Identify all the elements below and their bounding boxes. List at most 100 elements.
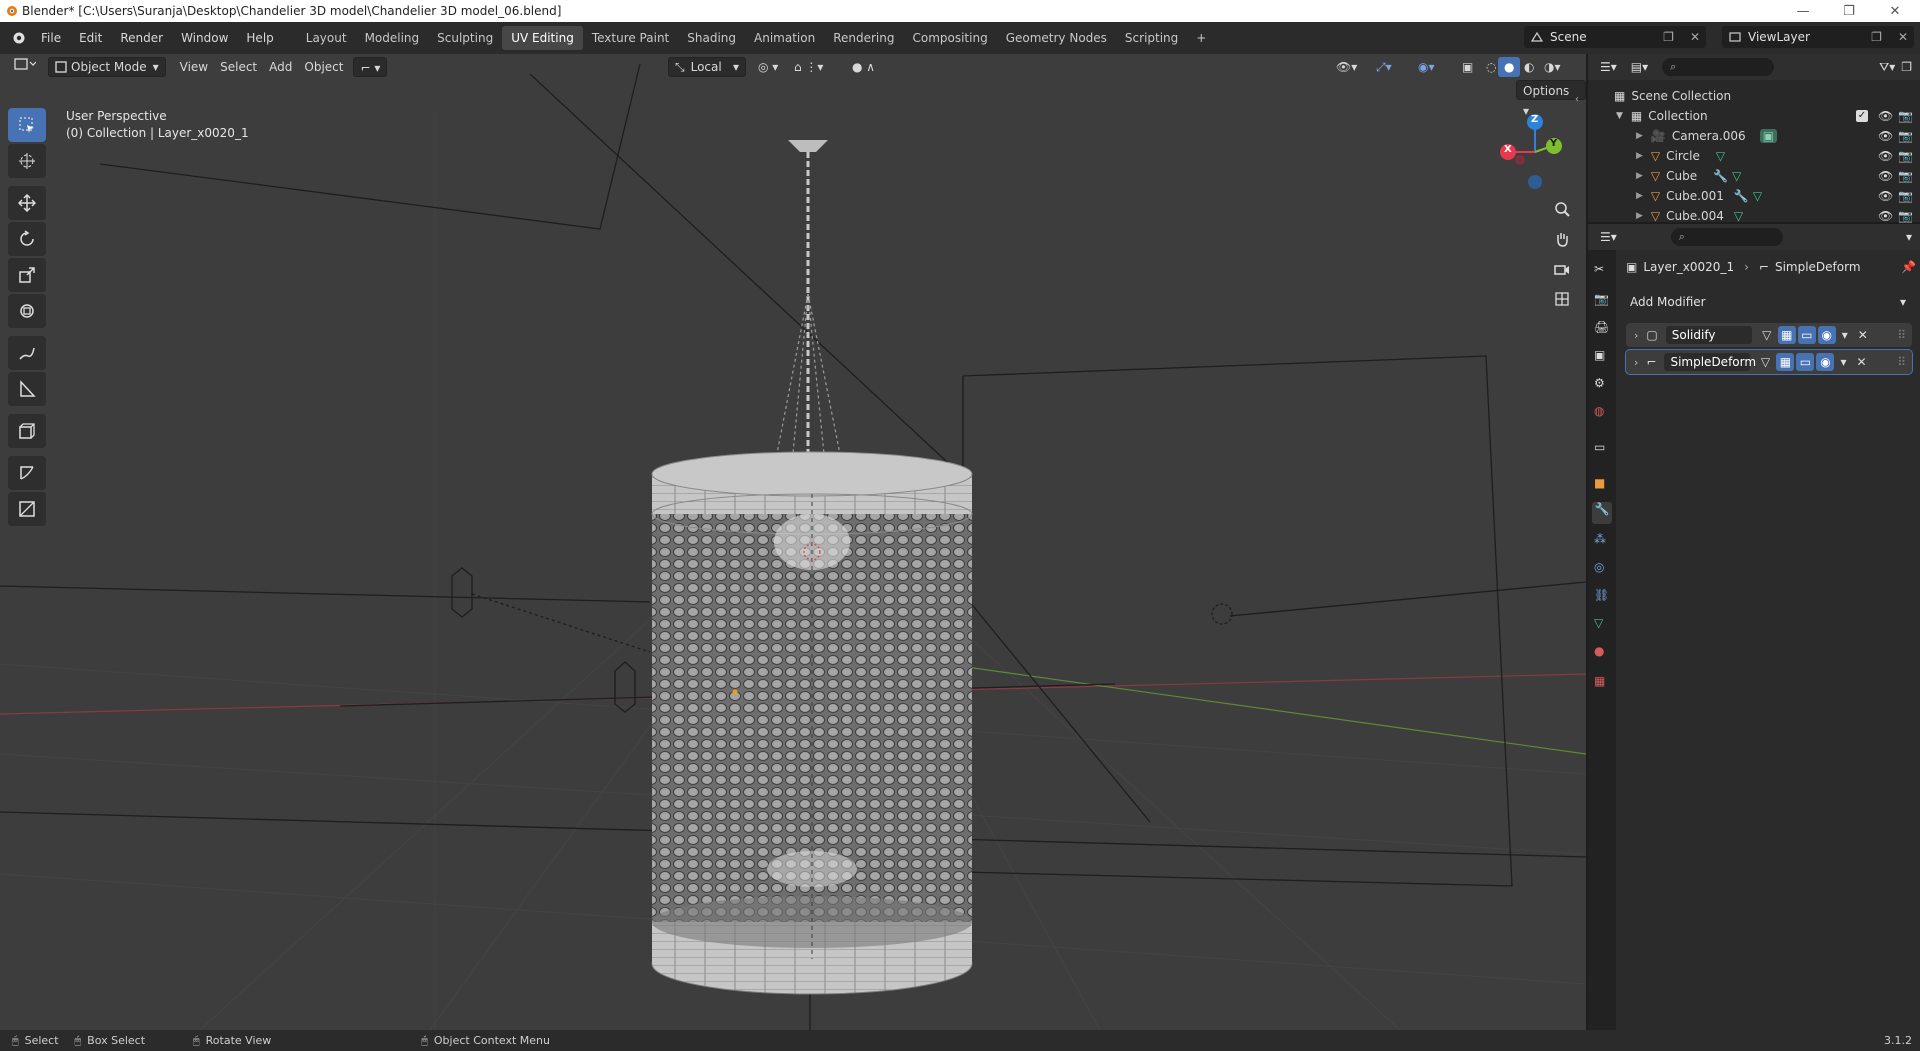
object-tab-icon[interactable]: ■ — [1594, 476, 1605, 490]
annotate-tool[interactable] — [8, 336, 46, 370]
select-box-tool[interactable] — [8, 108, 46, 142]
drag-handle-icon[interactable]: ⠿ — [1897, 328, 1906, 342]
tab-uv-editing[interactable]: UV Editing — [502, 26, 583, 50]
physics-tab-icon[interactable]: ◎ — [1594, 560, 1604, 574]
outliner-row-circle[interactable]: ▶ ▽ Circle ▽ 👁 📷 — [1588, 146, 1920, 166]
scale-cage-tool[interactable] — [8, 492, 46, 526]
visibility-eye-icon[interactable]: 👁 — [1878, 149, 1893, 163]
collapse-arrow-icon[interactable]: ▼ — [1616, 111, 1623, 121]
maximize-button[interactable]: ❐ — [1826, 0, 1872, 22]
render-camera-icon[interactable]: 📷 — [1898, 129, 1913, 143]
add-cube-tool[interactable] — [8, 414, 46, 448]
gpencil-dropdown[interactable]: ⌐ ▾ — [353, 57, 388, 77]
transform-orientation-dropdown[interactable]: ⤡ Local ▾ — [668, 57, 746, 77]
proportional-edit-toggle[interactable]: ● ∧ — [846, 57, 881, 77]
outliner-row-cube-004[interactable]: ▶ ▽ Cube.004 ▽ 👁 📷 — [1588, 206, 1920, 226]
modifier-simpledeform[interactable]: › ⌐ SimpleDeform ▽ ▦ ▭ ◉ ▾ ✕ ⠿ — [1625, 349, 1913, 375]
snap-toggle[interactable]: ⌂ ⋮▾ — [788, 57, 829, 77]
scene-tab-icon[interactable]: ⚙ — [1594, 376, 1605, 390]
render-camera-icon[interactable]: 📷 — [1898, 189, 1913, 203]
navigation-gizmo[interactable]: Z X Y — [1498, 110, 1572, 194]
outliner-editor-type-icon[interactable]: ☰▾ — [1600, 60, 1617, 74]
render-toggle[interactable]: ◉ — [1817, 326, 1836, 344]
copy-scene-icon[interactable]: ❐ — [1663, 30, 1674, 44]
cursor-tool[interactable] — [8, 144, 46, 178]
remove-viewlayer-icon[interactable]: ✕ — [1898, 30, 1908, 44]
visibility-eye-icon[interactable]: 👁 — [1878, 109, 1893, 123]
move-tool[interactable] — [8, 186, 46, 220]
rotate-tool[interactable] — [8, 222, 46, 256]
data-tab-icon[interactable]: ▽ — [1594, 616, 1603, 630]
output-tab-icon[interactable]: 🖨 — [1594, 320, 1609, 334]
menu-help[interactable]: Help — [237, 26, 282, 50]
outliner-row-collection[interactable]: ▼ ▦ Collection ✓ 👁 📷 — [1588, 106, 1920, 126]
modifier-menu-icon[interactable]: ▾ — [1842, 328, 1848, 342]
expand-arrow-icon[interactable]: › — [1634, 356, 1638, 369]
modifier-tab-icon[interactable]: 🔧 — [1592, 502, 1612, 524]
blender-menu-icon[interactable] — [10, 30, 26, 46]
menu-window[interactable]: Window — [172, 26, 237, 50]
camera-view-icon[interactable] — [1548, 254, 1576, 284]
menu-select[interactable]: Select — [214, 57, 263, 77]
outliner-row-camera[interactable]: ▶ 🎥 Camera.006 ▣ 👁 📷 — [1588, 126, 1920, 146]
visibility-eye-icon[interactable]: 👁 — [1878, 129, 1893, 143]
render-camera-icon[interactable]: 📷 — [1898, 149, 1913, 163]
modifier-name-field[interactable]: Solidify — [1665, 326, 1752, 344]
tab-modeling[interactable]: Modeling — [356, 26, 429, 50]
shear-tool[interactable] — [8, 456, 46, 490]
properties-options-icon[interactable]: ▾ — [1906, 230, 1912, 244]
material-tab-icon[interactable]: ● — [1594, 644, 1604, 658]
add-modifier-dropdown[interactable]: Add Modifier ▾ — [1626, 292, 1912, 312]
menu-render[interactable]: Render — [111, 26, 172, 50]
visibility-eye-icon[interactable]: 👁 — [1878, 209, 1893, 223]
modifier-name-field[interactable]: SimpleDeform — [1664, 353, 1756, 371]
mode-dropdown[interactable]: Object Mode ▾ — [48, 57, 166, 77]
overlay-toggle[interactable]: ◉▾ — [1412, 57, 1441, 77]
menu-view[interactable]: View — [174, 57, 214, 77]
expand-arrow-icon[interactable]: ▶ — [1636, 211, 1643, 221]
render-tab-icon[interactable]: 📷 — [1594, 292, 1609, 306]
measure-tool[interactable] — [8, 372, 46, 406]
visibility-dropdown[interactable]: 👁▾ — [1330, 57, 1363, 77]
expand-arrow-icon[interactable]: ▶ — [1636, 171, 1643, 181]
realtime-toggle[interactable]: ▭ — [1796, 353, 1815, 371]
realtime-toggle[interactable]: ▭ — [1797, 326, 1816, 344]
outliner-row-cube[interactable]: ▶ ▽ Cube 🔧 ▽ 👁 📷 — [1588, 166, 1920, 186]
expand-arrow-icon[interactable]: ▶ — [1636, 131, 1643, 141]
render-camera-icon[interactable]: 📷 — [1898, 169, 1913, 183]
world-tab-icon[interactable]: ◍ — [1594, 404, 1604, 418]
collection-tab-icon[interactable]: ▭ — [1594, 440, 1605, 454]
tab-rendering[interactable]: Rendering — [824, 26, 903, 50]
gizmo-toggle[interactable]: ⤢▾ — [1370, 57, 1398, 77]
copy-viewlayer-icon[interactable]: ❐ — [1871, 30, 1882, 44]
view-layer-tab-icon[interactable]: ▣ — [1594, 348, 1605, 362]
tab-texture-paint[interactable]: Texture Paint — [583, 26, 678, 50]
editmode-toggle[interactable]: ▦ — [1776, 353, 1795, 371]
display-mode-icon[interactable]: ▤▾ — [1631, 60, 1648, 74]
particles-tab-icon[interactable]: ⁂ — [1594, 532, 1606, 546]
expand-arrow-icon[interactable]: ▶ — [1636, 191, 1643, 201]
editor-type-button[interactable] — [8, 57, 42, 77]
add-workspace-button[interactable]: + — [1187, 26, 1215, 50]
outliner-search-input[interactable]: ⌕ — [1662, 58, 1775, 76]
3d-viewport[interactable]: User Perspective (0) Collection | Layer_… — [0, 54, 1586, 1030]
menu-file[interactable]: File — [32, 26, 70, 50]
tab-layout[interactable]: Layout — [297, 26, 356, 50]
outliner-row-scene-collection[interactable]: ▦ Scene Collection — [1588, 86, 1920, 106]
minimize-button[interactable]: — — [1780, 0, 1826, 22]
filter-icon[interactable]: ⛛▾ — [1879, 60, 1895, 75]
render-camera-icon[interactable]: 📷 — [1898, 109, 1913, 123]
tab-geometry-nodes[interactable]: Geometry Nodes — [997, 26, 1116, 50]
pan-hand-icon[interactable] — [1548, 224, 1576, 254]
pin-icon[interactable]: 📌 — [1901, 260, 1916, 274]
tab-scripting[interactable]: Scripting — [1116, 26, 1187, 50]
expand-arrow-icon[interactable]: › — [1634, 329, 1638, 342]
tab-compositing[interactable]: Compositing — [903, 26, 996, 50]
viewlayer-selector[interactable]: ViewLayer ❐ ✕ — [1722, 26, 1914, 48]
visibility-eye-icon[interactable]: 👁 — [1878, 169, 1893, 183]
scale-tool[interactable] — [8, 258, 46, 292]
drag-handle-icon[interactable]: ⠿ — [1897, 355, 1906, 369]
menu-object[interactable]: Object — [298, 57, 349, 77]
transform-tool[interactable] — [8, 294, 46, 328]
render-camera-icon[interactable]: 📷 — [1898, 209, 1913, 223]
